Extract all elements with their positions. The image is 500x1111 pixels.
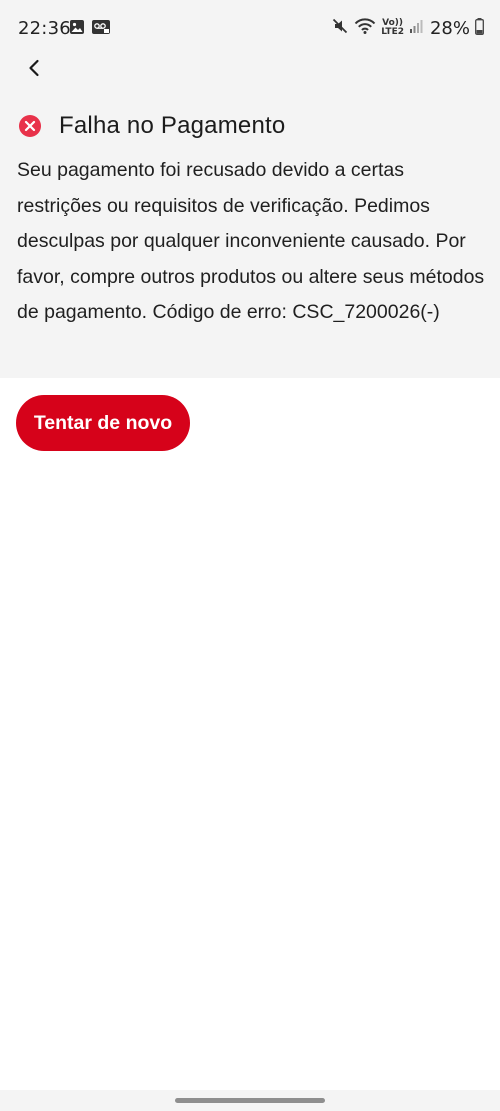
mute-icon <box>331 17 349 39</box>
gallery-icon <box>69 19 85 39</box>
error-header: Falha no Pagamento <box>18 112 285 140</box>
retry-button[interactable]: Tentar de novo <box>16 395 190 451</box>
wifi-icon <box>354 17 376 39</box>
battery-percent: 28% <box>429 17 470 39</box>
error-message: Seu pagamento foi recusado devido a cert… <box>17 159 485 323</box>
system-status-icons: Vo)) LTE2 28% <box>331 17 484 39</box>
status-time: 22:36 <box>18 18 71 39</box>
error-circle-x-icon <box>18 114 42 138</box>
lte-indicator: Vo)) LTE2 <box>381 19 404 37</box>
home-indicator[interactable] <box>175 1098 325 1103</box>
battery-icon <box>475 17 484 39</box>
lte-label: LTE2 <box>381 27 404 37</box>
page-title: Falha no Pagamento <box>59 112 286 139</box>
back-button[interactable] <box>18 54 50 86</box>
status-bar: 22:36 Vo)) LTE2 28% <box>0 0 500 58</box>
chevron-left-icon[interactable] <box>24 58 44 83</box>
signal-icon <box>409 18 423 38</box>
notification-icons <box>69 19 111 39</box>
voicemail-icon <box>91 19 111 39</box>
